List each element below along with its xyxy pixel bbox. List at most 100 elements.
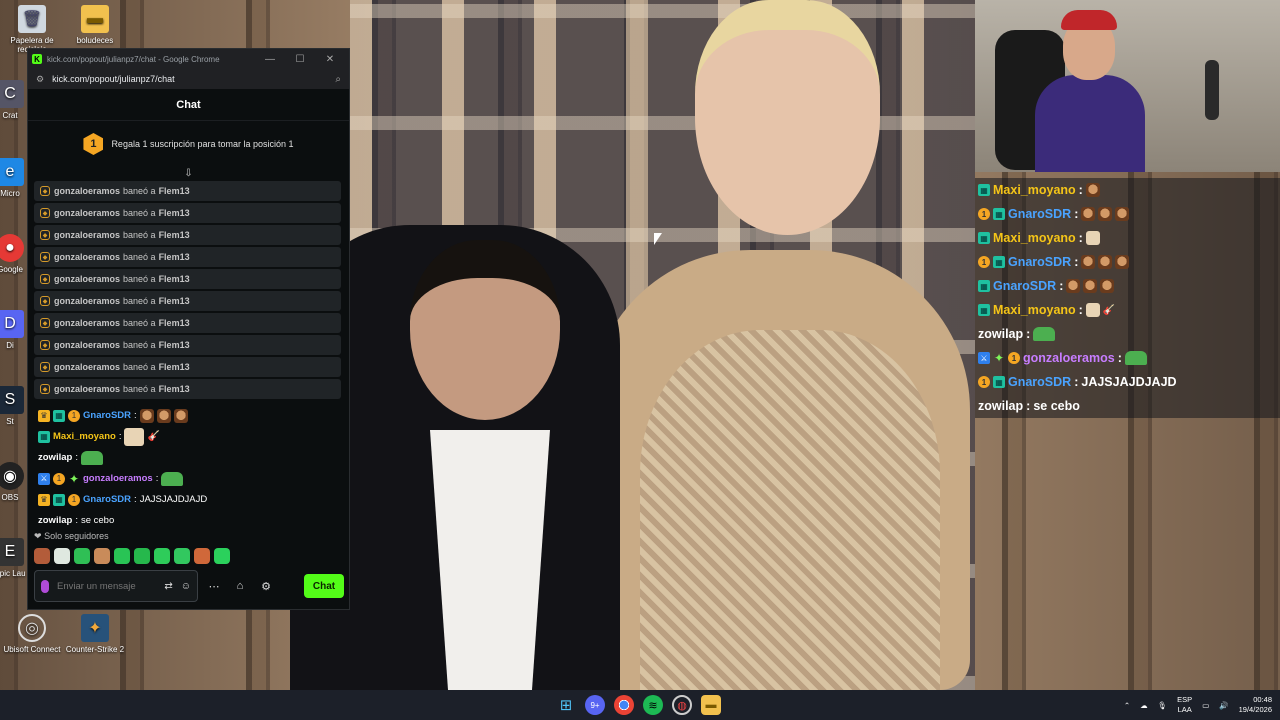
banned-user[interactable]: Flem13 xyxy=(159,230,190,240)
emote-face-icon xyxy=(156,408,171,423)
chat-message[interactable]: zowilap: xyxy=(38,447,339,468)
moderator-name[interactable]: gonzaloeramos xyxy=(54,186,120,196)
desktop-icon-recycle-bin[interactable]: 🗑 Papelera de reciclaje xyxy=(0,5,64,54)
chat-username[interactable]: zowilap xyxy=(38,452,72,463)
chat-message[interactable]: ▦ Maxi_moyano: 🎸 xyxy=(38,426,339,447)
chat-message-text: JAJSJAJDJAJD xyxy=(139,494,208,505)
quick-emote[interactable] xyxy=(54,548,70,564)
clock[interactable]: 00:48 19/4/2026 xyxy=(1239,695,1272,715)
chevron-up-icon[interactable]: ⌃ xyxy=(1124,701,1130,710)
banned-user[interactable]: Flem13 xyxy=(159,340,190,350)
language-indicator[interactable]: ESP LAA xyxy=(1177,695,1192,715)
app-icon[interactable]: ◍ xyxy=(672,695,692,715)
app-icon: D xyxy=(0,310,24,338)
emote-frog-icon xyxy=(1124,351,1147,365)
chat-message-text: se cebo xyxy=(80,515,115,526)
chat-username[interactable]: zowilap xyxy=(38,515,72,526)
banned-user[interactable]: Flem13 xyxy=(159,296,190,306)
cloud-icon[interactable]: ☁ xyxy=(1140,701,1148,710)
share-icon[interactable]: ⋯ xyxy=(204,580,224,593)
banned-user[interactable]: Flem13 xyxy=(159,208,190,218)
chat-username[interactable]: Maxi_moyano xyxy=(53,431,116,442)
moderator-name[interactable]: gonzaloeramos xyxy=(54,384,120,394)
window-titlebar[interactable]: K kick.com/popout/julianpz7/chat - Googl… xyxy=(28,49,349,69)
file-explorer-icon[interactable]: ▬ xyxy=(701,695,721,715)
maximize-button[interactable]: ☐ xyxy=(285,54,315,65)
ban-action: baneó a xyxy=(123,274,156,284)
banned-user[interactable]: Flem13 xyxy=(159,186,190,196)
windows-start-icon[interactable]: ⊞ xyxy=(556,695,576,715)
chrome-icon[interactable] xyxy=(614,695,634,715)
zoom-icon[interactable]: ⌕ xyxy=(335,74,341,85)
quick-emote[interactable] xyxy=(34,548,50,564)
collapse-pinned-icon[interactable]: ⇩ xyxy=(28,167,349,181)
desktop-icon-ubisoft[interactable]: ◎ Ubisoft Connect xyxy=(0,614,64,654)
banned-user[interactable]: Flem13 xyxy=(159,274,190,284)
chat-message-input[interactable] xyxy=(57,580,157,592)
shield-icon: ◆ xyxy=(40,296,50,306)
moderator-name[interactable]: gonzaloeramos xyxy=(54,296,120,306)
banned-user[interactable]: Flem13 xyxy=(159,252,190,262)
ban-notice-row: ◆ gonzaloeramos baneó a Flem13 xyxy=(34,291,341,311)
microphone-tray-icon[interactable]: 🎙 xyxy=(1158,701,1168,710)
volume-icon[interactable]: 🔊 xyxy=(1219,701,1228,710)
star-badge-icon: ✦ xyxy=(68,471,80,486)
close-button[interactable]: ✕ xyxy=(315,54,345,65)
chat-message[interactable]: ♛ ▦ 1 GnaroSDR: JAJSJAJDJAJD xyxy=(38,489,339,510)
emote-face-icon xyxy=(139,408,154,423)
microphone-icon[interactable] xyxy=(41,579,49,593)
quick-emote[interactable] xyxy=(134,548,150,564)
sub-badge-icon: 1 xyxy=(68,493,80,506)
quick-emote[interactable] xyxy=(214,548,230,564)
spotify-icon[interactable]: ≋ xyxy=(643,695,663,715)
minimize-button[interactable]: — xyxy=(255,54,285,65)
store-icon[interactable]: ⌂ xyxy=(230,580,250,592)
quick-emote[interactable] xyxy=(154,548,170,564)
chat-message[interactable]: ⚔ 1 ✦ gonzaloeramos: xyxy=(38,468,339,489)
vip-badge-icon: ▦ xyxy=(993,376,1005,388)
sub-badge-icon: 1 xyxy=(53,472,65,485)
moderator-name[interactable]: gonzaloeramos xyxy=(54,252,120,262)
quick-emote[interactable] xyxy=(174,548,190,564)
chat-username[interactable]: GnaroSDR xyxy=(83,494,131,505)
moderator-name[interactable]: gonzaloeramos xyxy=(54,362,120,372)
site-settings-icon[interactable]: ⚙ xyxy=(36,74,44,85)
chat-input-box[interactable]: ⇄ ☺ xyxy=(34,570,198,602)
banned-user[interactable]: Flem13 xyxy=(159,318,190,328)
quick-emote[interactable] xyxy=(74,548,90,564)
chat-message[interactable]: zowilap: se cebo xyxy=(38,510,339,531)
ban-action: baneó a xyxy=(123,362,156,372)
banned-user[interactable]: Flem13 xyxy=(159,362,190,372)
gift-sub-banner[interactable]: 1 Regala 1 suscripción para tomar la pos… xyxy=(28,121,349,167)
chat-username[interactable]: GnaroSDR xyxy=(83,410,131,421)
url-text[interactable]: kick.com/popout/julianpz7/chat xyxy=(52,74,335,84)
send-chat-button[interactable]: Chat xyxy=(304,574,344,598)
shield-icon: ◆ xyxy=(40,384,50,394)
discord-icon[interactable]: 9+ xyxy=(585,695,605,715)
chat-username[interactable]: gonzaloeramos xyxy=(83,473,153,484)
chat-message[interactable]: ♛ ▦ 1 GnaroSDR: xyxy=(38,405,339,426)
banned-user[interactable]: Flem13 xyxy=(159,384,190,394)
ban-action: baneó a xyxy=(123,252,156,262)
webcam-microphone xyxy=(1205,60,1219,120)
network-icon[interactable]: ▭ xyxy=(1202,701,1209,710)
emoji-icon[interactable]: ☺ xyxy=(181,581,191,592)
heart-icon: ❤ xyxy=(34,531,42,541)
chat-popout-window[interactable]: K kick.com/popout/julianpz7/chat - Googl… xyxy=(27,48,350,610)
moderator-name[interactable]: gonzaloeramos xyxy=(54,208,120,218)
desktop-icon-cs2[interactable]: ✦ Counter-Strike 2 xyxy=(63,614,127,654)
quick-emote[interactable] xyxy=(94,548,110,564)
taskbar-apps: ⊞ 9+ ≋ ◍ ▬ xyxy=(556,695,721,715)
desktop-icon-boludeces[interactable]: ▬ boludeces xyxy=(63,5,127,45)
moderator-name[interactable]: gonzaloeramos xyxy=(54,230,120,240)
translate-icon[interactable]: ⇄ xyxy=(164,581,172,592)
quick-emote[interactable] xyxy=(194,548,210,564)
photo-woman-head xyxy=(695,0,880,235)
ban-notice-row: ◆ gonzaloeramos baneó a Flem13 xyxy=(34,335,341,355)
moderator-name[interactable]: gonzaloeramos xyxy=(54,318,120,328)
moderator-name[interactable]: gonzaloeramos xyxy=(54,274,120,284)
settings-gear-icon[interactable]: ⚙ xyxy=(256,580,276,593)
address-bar[interactable]: ⚙ kick.com/popout/julianpz7/chat ⌕ xyxy=(28,69,349,89)
moderator-name[interactable]: gonzaloeramos xyxy=(54,340,120,350)
quick-emote[interactable] xyxy=(114,548,130,564)
